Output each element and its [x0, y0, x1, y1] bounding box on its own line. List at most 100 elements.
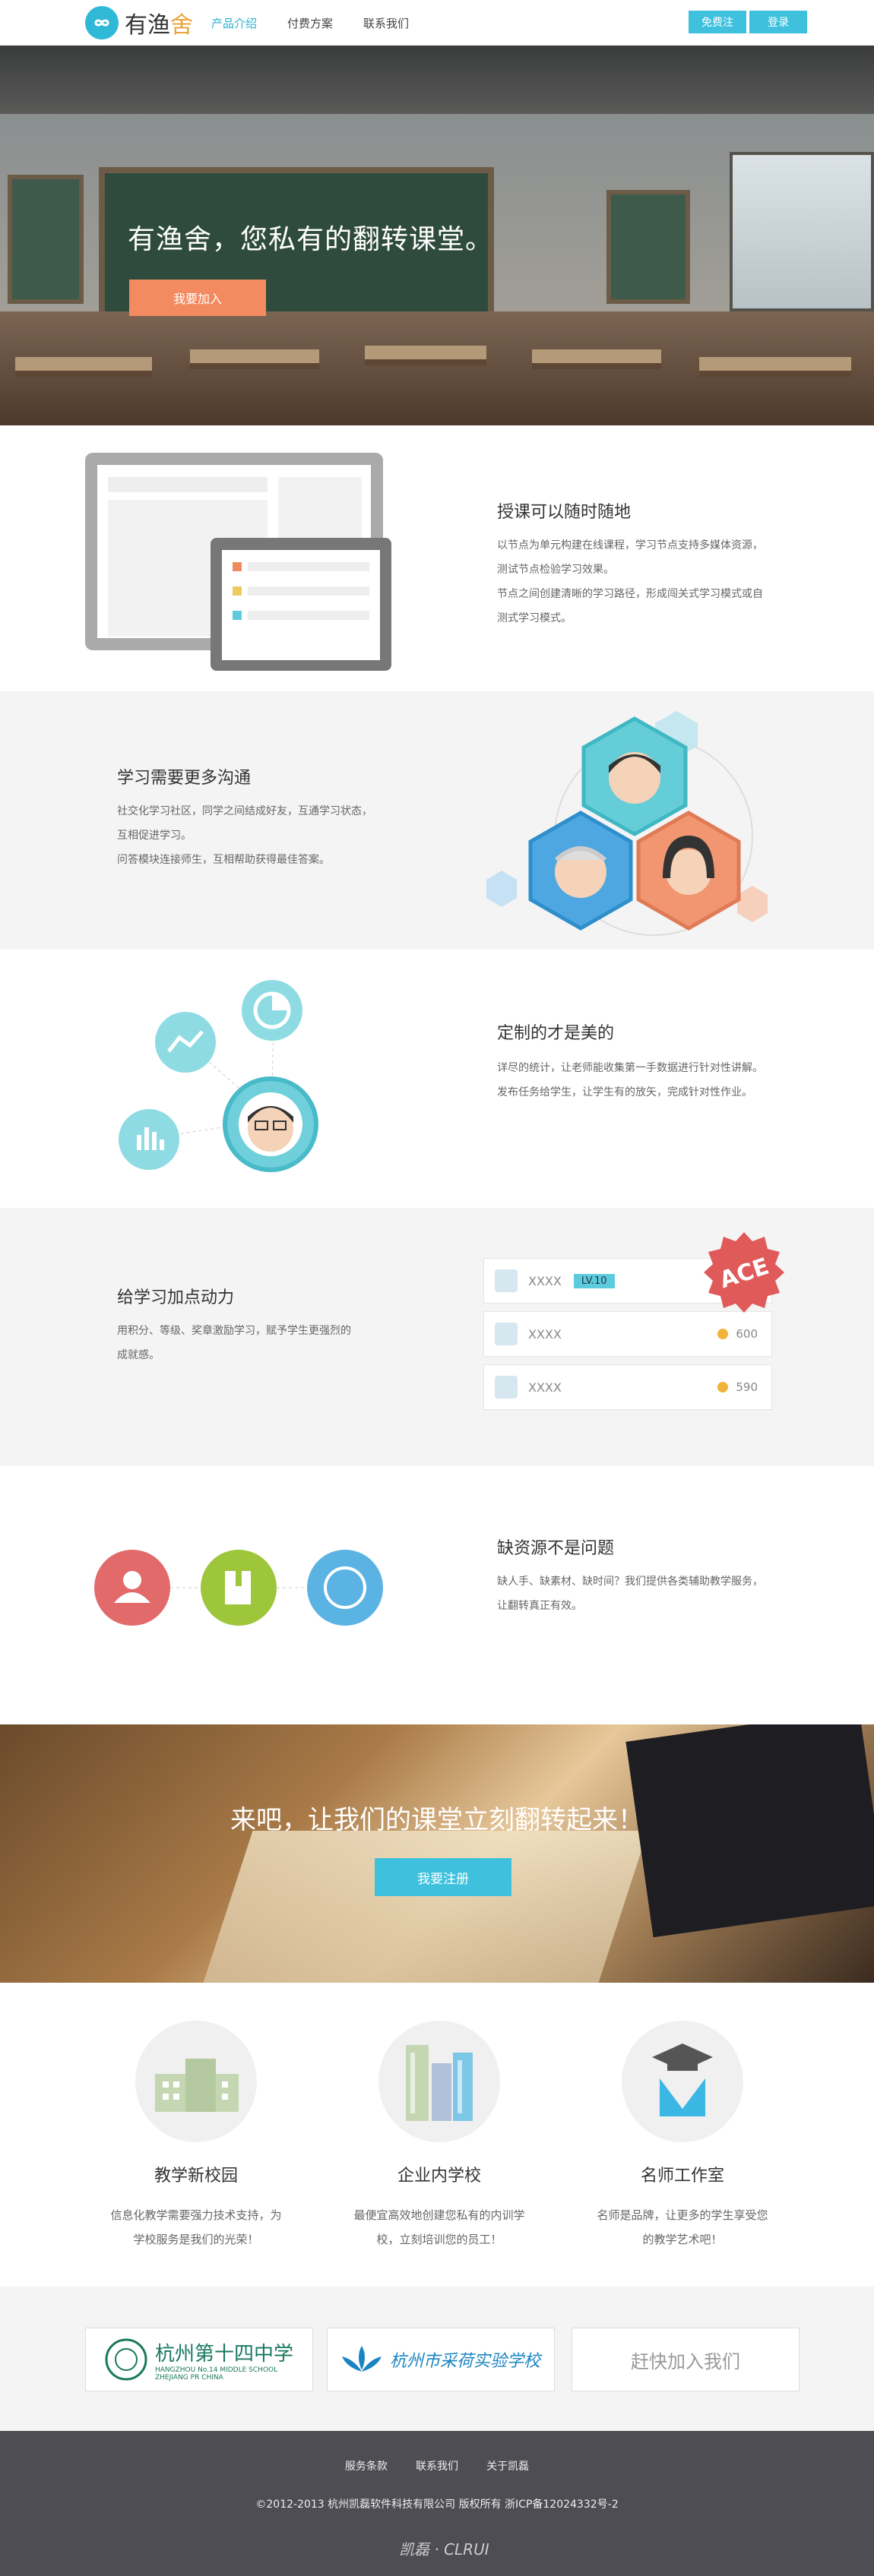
feature-title: 授课可以随时随地: [497, 503, 632, 522]
statistics-network-icon: [119, 980, 318, 1172]
hero-title: 有渔舍，您私有的翻转课堂。: [128, 224, 494, 255]
feature-communication: 学习需要更多沟通 社交化学习社区，同学之间结成好友，互通学习状态， 互相促进学习…: [0, 691, 874, 950]
feature-title: 缺资源不是问题: [497, 1539, 615, 1558]
cta-title: 来吧，让我们的课堂立刻翻转起来！: [230, 1805, 644, 1835]
feature-title: 学习需要更多沟通: [117, 769, 252, 788]
footer-link-about[interactable]: 关于凯磊: [486, 2461, 529, 2473]
hero-side-board: [8, 175, 84, 304]
category-section: 教学新校园 信息化教学需要强力技术支持，为 学校服务是我们的光荣！ 企业内学校 最…: [0, 1983, 874, 2287]
level-badge: LV.10: [573, 1273, 615, 1288]
cta-banner: 来吧，让我们的课堂立刻翻转起来！ 我要注册: [0, 1724, 874, 1983]
score-value: 590: [736, 1380, 758, 1394]
feature-line: 发布任务给学生，让学生有的放矢，完成针对性作业。: [497, 1086, 752, 1098]
feature-line: 测试节点检验学习效果。: [497, 564, 614, 576]
resources-icons-icon: [94, 1550, 383, 1626]
category-master-studio[interactable]: 名师工作室 名师是品牌，让更多的学生享受您 的教学艺术吧！: [576, 2021, 789, 2252]
category-title: 名师工作室: [640, 2167, 724, 2186]
logo[interactable]: 有渔舍: [85, 6, 193, 40]
feature-line: 测式学习模式。: [497, 612, 572, 624]
ace-badge-icon: ACE: [704, 1232, 784, 1313]
graduation-cap-icon: [622, 2021, 743, 2142]
avatar: [495, 1323, 518, 1345]
category-school[interactable]: 教学新校园 信息化教学需要强力技术支持，为 学校服务是我们的光荣！: [90, 2021, 302, 2252]
feature-line: 用积分、等级、奖章激励学习，赋予学生更强烈的: [117, 1325, 351, 1337]
lotus-logo-icon: [341, 2346, 382, 2372]
feature-motivation: 给学习加点动力 用积分、等级、奖章激励学习，赋予学生更强烈的 成就感。 XXXX…: [0, 1208, 874, 1466]
category-title: 教学新校园: [154, 2167, 238, 2186]
join-button[interactable]: 我要加入: [129, 280, 266, 316]
feature-line: 互相促进学习。: [117, 830, 192, 842]
main-nav: 产品介绍 付费方案 联系我们: [211, 0, 439, 46]
copyright: ©2012-2013 杭州凯磊软件科技有限公司 版权所有 浙ICP备120243…: [255, 2499, 619, 2511]
feature-line: 社交化学习社区，同学之间结成好友，互通学习状态，: [117, 805, 372, 817]
category-enterprise[interactable]: 企业内学校 最便宜高效地创建您私有的内训学 校，立刻培训您的员工！: [333, 2021, 546, 2252]
office-towers-icon: [378, 2021, 500, 2142]
feature-line: 问答模块连接师生，互相帮助获得最佳答案。: [117, 854, 330, 866]
partner-hangzhou-14[interactable]: 杭州第十四中学 HANGZHOU No.14 MIDDLE SCHOOL ZHE…: [85, 2328, 313, 2391]
infinity-logo-icon: [85, 6, 119, 40]
leaderboard-score: 590: [717, 1380, 758, 1394]
login-button[interactable]: 登录: [749, 11, 807, 33]
school-seal-icon: [105, 2338, 147, 2381]
feature-line: 详尽的统计，让老师能收集第一手数据进行针对性讲解。: [497, 1062, 763, 1074]
feature-customization: 定制的才是美的 详尽的统计，让老师能收集第一手数据进行针对性讲解。 发布任务给学…: [0, 950, 874, 1208]
feature-title: 定制的才是美的: [497, 1024, 615, 1043]
leaderboard-name: XXXX: [528, 1326, 562, 1342]
partner-subtitle: HANGZHOU No.14 MIDDLE SCHOOL: [154, 2366, 278, 2374]
leaderboard-name: XXXX: [528, 1273, 562, 1288]
hero-desk: [532, 349, 661, 369]
community-hexagons-icon: [486, 711, 768, 936]
hero-banner: 有渔舍，您私有的翻转课堂。 我要加入: [0, 46, 874, 425]
hero-desk: [365, 346, 486, 365]
site-header: 有渔舍 产品介绍 付费方案 联系我们 免费注册 登录: [0, 0, 874, 51]
feature-line: 成就感。: [117, 1349, 160, 1361]
book-background: [203, 1831, 648, 1983]
join-us-label: 赶快加入我们: [631, 2350, 740, 2372]
partner-caihe[interactable]: 杭州市采荷实验学校: [327, 2328, 555, 2391]
footer-link-contact[interactable]: 联系我们: [416, 2461, 458, 2473]
leaderboard-row: XXXX 600: [483, 1311, 772, 1357]
nav-item-pricing[interactable]: 付费方案: [287, 15, 333, 31]
hero-window: [730, 152, 874, 311]
nav-item-products[interactable]: 产品介绍: [211, 15, 257, 31]
coin-icon: [717, 1382, 729, 1392]
coin-icon: [717, 1329, 729, 1339]
avatar: [495, 1269, 518, 1292]
campus-building-icon: [135, 2021, 257, 2142]
hero-ceiling: [0, 46, 874, 114]
partners-section: 杭州第十四中学 HANGZHOU No.14 MIDDLE SCHOOL ZHE…: [0, 2287, 874, 2431]
category-desc: 信息化教学需要强力技术支持，为 学校服务是我们的光荣！: [110, 2208, 282, 2246]
hero-desk: [190, 349, 319, 369]
feature-title: 给学习加点动力: [117, 1288, 235, 1307]
feature-line: 让翻转真正有效。: [497, 1600, 582, 1612]
leaderboard-row: XXXX 590: [483, 1364, 772, 1410]
feature-resources: 缺资源不是问题 缺人手、缺素材、缺时间？我们提供各类辅助教学服务， 让翻转真正有…: [0, 1466, 874, 1724]
category-desc: 名师是品牌，让更多的学生享受您 的教学艺术吧！: [597, 2208, 768, 2246]
partner-name: 杭州市采荷实验学校: [389, 2352, 540, 2371]
site-footer: 服务条款 联系我们 关于凯磊 ©2012-2013 杭州凯磊软件科技有限公司 版…: [0, 2431, 874, 2576]
devices-illustration-icon: [85, 453, 391, 671]
avatar: [495, 1376, 518, 1399]
leaderboard-name: XXXX: [528, 1380, 562, 1395]
footer-links: 服务条款 联系我们 关于凯磊: [0, 2458, 874, 2473]
free-register-button[interactable]: 免费注册: [689, 11, 746, 51]
partner-name: 杭州第十四中学: [154, 2342, 293, 2366]
feature-line: 以节点为单元构建在线课程，学习节点支持多媒体资源，: [497, 539, 763, 552]
hero-notice-board: [606, 190, 690, 304]
hero-desk: [15, 357, 152, 377]
feature-anywhere: 授课可以随时随地 以节点为单元构建在线课程，学习节点支持多媒体资源， 测试节点检…: [0, 425, 874, 691]
nav-item-contact[interactable]: 联系我们: [363, 15, 409, 31]
logo-text: 有渔舍: [125, 12, 193, 39]
register-button[interactable]: 我要注册: [375, 1858, 511, 1896]
join-us-box[interactable]: 赶快加入我们: [572, 2328, 800, 2391]
partner-subtitle: ZHEJIANG PR CHINA: [154, 2373, 223, 2382]
footer-link-terms[interactable]: 服务条款: [345, 2461, 388, 2473]
leaderboard-score: 600: [717, 1327, 758, 1341]
category-title: 企业内学校: [397, 2167, 481, 2186]
score-value: 600: [736, 1327, 758, 1341]
footer-logo: 凯磊 · CLRUI: [399, 2540, 489, 2559]
feature-line: 缺人手、缺素材、缺时间？我们提供各类辅助教学服务，: [497, 1576, 763, 1588]
category-desc: 最便宜高效地创建您私有的内训学 校，立刻培训您的员工！: [353, 2208, 525, 2246]
feature-line: 节点之间创建清晰的学习路径，形成闯关式学习模式或自: [497, 588, 763, 600]
hero-desk: [699, 357, 851, 377]
